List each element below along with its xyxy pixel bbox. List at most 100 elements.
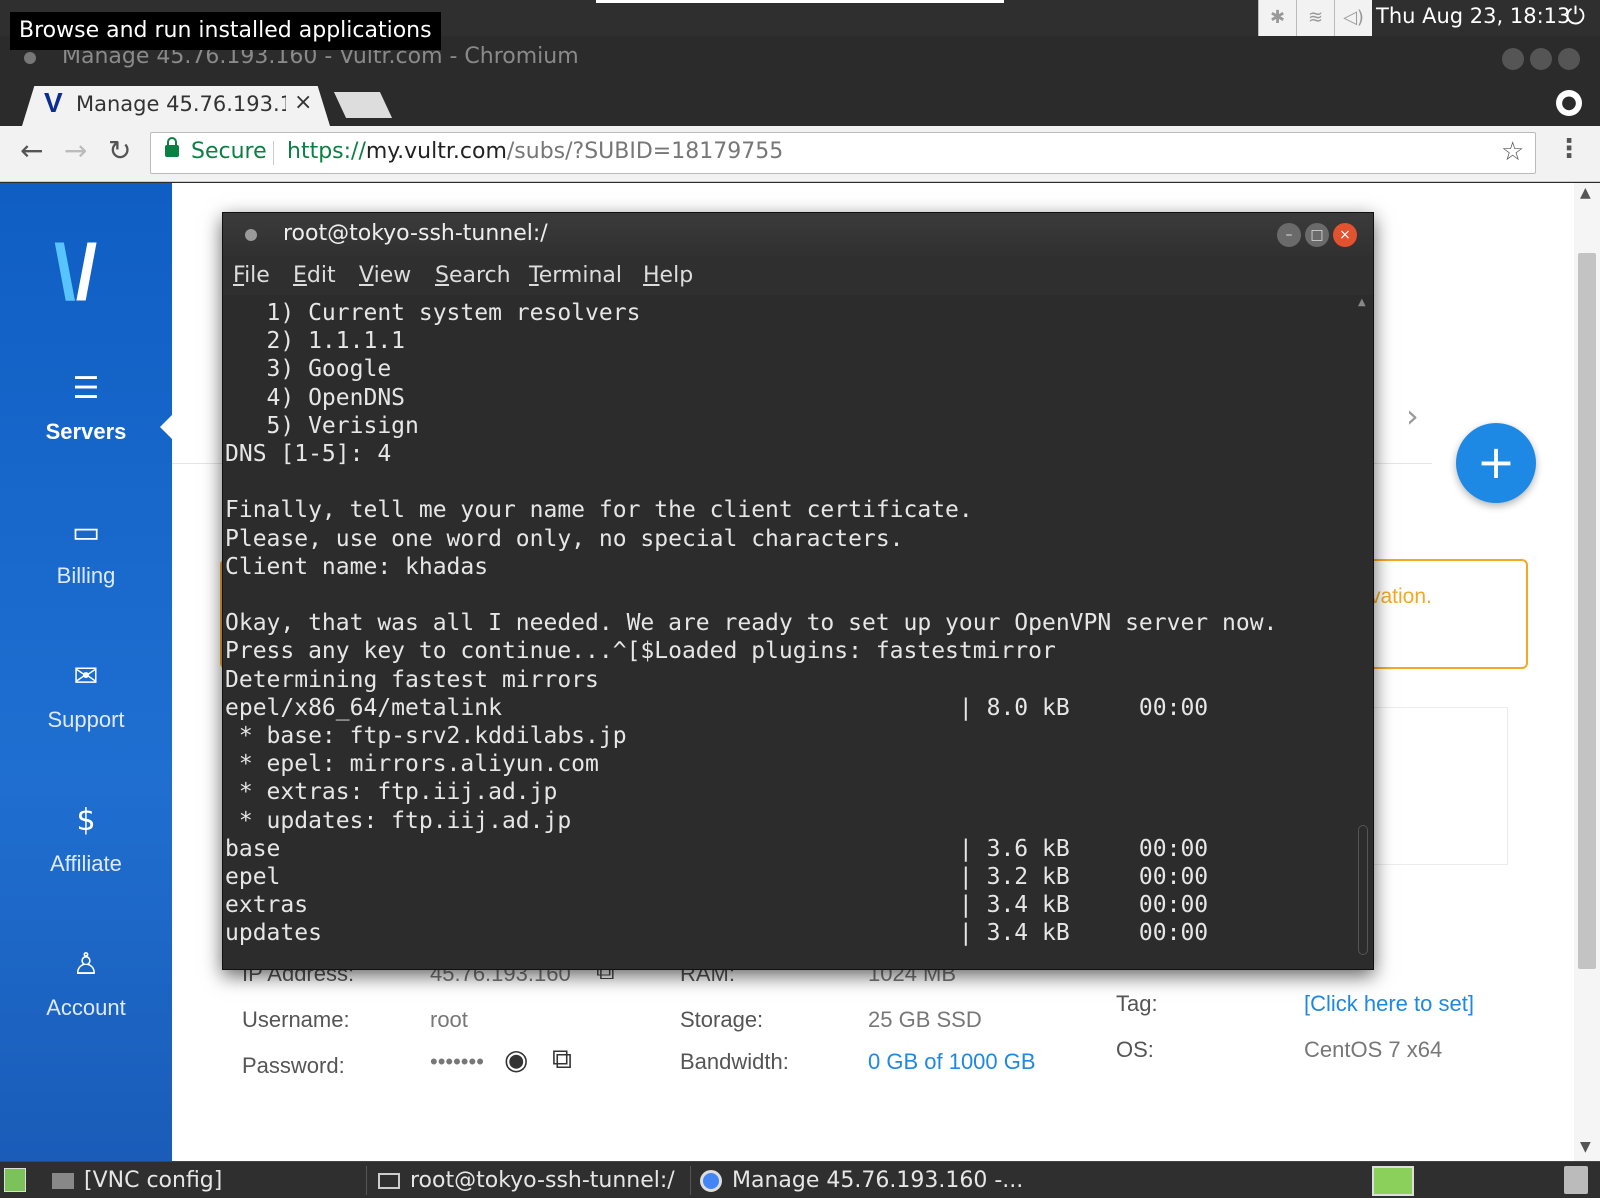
volume-icon[interactable]: ◁): [1334, 0, 1372, 36]
terminal-line: updates | 3.4 kB 00:00: [225, 920, 1209, 947]
menu-label: ile: [244, 263, 270, 288]
tooltip: Browse and run installed applications: [10, 12, 441, 50]
window-menu-icon[interactable]: [24, 52, 36, 64]
panel-window-indicator: [596, 0, 1004, 3]
terminal-line: * extras: ftp.iij.ad.jp: [225, 779, 558, 806]
info-card: [1370, 707, 1508, 865]
sidebar-item-account[interactable]: ♙ Account: [0, 947, 172, 1067]
divider: [273, 141, 274, 165]
scrollbar-thumb[interactable]: [1358, 825, 1368, 955]
username-label: Username:: [242, 1007, 350, 1032]
sidebar-item-support[interactable]: ✉ Support: [0, 659, 172, 779]
copy-password-icon[interactable]: ⧉: [552, 1043, 572, 1076]
minimize-button[interactable]: [1502, 48, 1524, 70]
sidebar-item-servers[interactable]: ☰ Servers: [0, 371, 172, 491]
bandwidth-value[interactable]: 0 GB of 1000 GB: [868, 1049, 1036, 1075]
menu-help[interactable]: Help: [643, 263, 693, 288]
servers-icon: ☰: [72, 371, 100, 406]
terminal-line: 5) Verisign: [225, 412, 419, 439]
menu-mnemonic: E: [293, 263, 307, 288]
chrome-menu-icon[interactable]: ⋮: [1556, 134, 1582, 164]
sidebar-item-label: Servers: [45, 419, 127, 444]
workspace-switcher[interactable]: [1372, 1166, 1414, 1196]
menu-terminal[interactable]: Terminal: [529, 263, 622, 288]
chromium-icon: [700, 1170, 722, 1192]
url-host: my.vultr.com: [365, 139, 507, 164]
bookmark-star-icon[interactable]: ☆: [1501, 137, 1524, 167]
browser-toolbar: ← → ↻ Secure https://my.vultr.com/subs/?…: [0, 126, 1600, 182]
add-server-button[interactable]: +: [1456, 423, 1536, 503]
sidebar-item-affiliate[interactable]: $ Affiliate: [0, 803, 172, 923]
divider: [690, 1166, 691, 1195]
password-value: •••••••: [430, 1049, 484, 1074]
menu-label: dit: [306, 263, 336, 288]
billing-icon: ▭: [71, 515, 101, 550]
scroll-down-icon[interactable]: ▼: [1580, 1139, 1591, 1155]
page-scrollbar[interactable]: ▲ ▼: [1574, 183, 1600, 1161]
taskbar-label: [VNC config]: [84, 1168, 223, 1193]
terminal-line: Press any key to continue...^[$Loaded pl…: [225, 638, 1056, 665]
terminal-line: * epel: mirrors.aliyun.com: [225, 751, 599, 778]
scroll-up-icon[interactable]: ▲: [1358, 297, 1366, 308]
divider: [366, 1166, 367, 1195]
new-tab-button[interactable]: [333, 92, 393, 118]
terminal-menubar: File Edit View Search Terminal Help: [223, 257, 1373, 295]
vultr-logo[interactable]: \/: [54, 233, 97, 311]
secure-label: Secure: [191, 139, 267, 164]
tab-vultr[interactable]: V Manage 45.76.193.1 ×: [22, 86, 330, 126]
close-button[interactable]: ×: [1333, 223, 1357, 247]
wifi-icon[interactable]: ≋: [1296, 0, 1334, 36]
terminal-line: base | 3.6 kB 00:00: [225, 835, 1209, 862]
scroll-up-icon[interactable]: ▲: [1580, 185, 1591, 201]
maximize-button[interactable]: □: [1305, 223, 1329, 247]
tag-label: Tag:: [1116, 991, 1158, 1016]
terminal-window: root@tokyo-ssh-tunnel:/ – □ × File Edit …: [222, 212, 1374, 970]
terminal-scrollbar[interactable]: ▲: [1353, 295, 1373, 969]
taskbar: [VNC config] root@tokyo-ssh-tunnel:/ Man…: [0, 1161, 1600, 1198]
reload-icon[interactable]: ↻: [108, 134, 131, 167]
menu-search[interactable]: Search: [435, 263, 511, 288]
menu-label: erminal: [538, 263, 622, 288]
app-menu-icon[interactable]: [4, 1168, 26, 1192]
menu-edit[interactable]: Edit: [293, 263, 336, 288]
minimize-button[interactable]: –: [1277, 223, 1301, 247]
chevron-right-icon[interactable]: ›: [1406, 397, 1419, 435]
terminal-title: root@tokyo-ssh-tunnel:/: [283, 221, 548, 246]
tab-strip: V Manage 45.76.193.1 × ●: [0, 86, 1600, 126]
maximize-button[interactable]: [1530, 48, 1552, 70]
taskbar-item-chromium[interactable]: Manage 45.76.193.160 -...: [700, 1162, 1023, 1198]
sidebar-item-label: Billing: [56, 563, 116, 588]
profile-icon[interactable]: ●: [1556, 90, 1582, 116]
terminal-icon: [378, 1173, 400, 1189]
tab-close-icon[interactable]: ×: [294, 90, 312, 115]
active-indicator: [160, 413, 174, 441]
sidebar: \/ ☰ Servers ▭ Billing ✉ Support $ Affil…: [0, 183, 172, 1161]
user-icon: ♙: [72, 947, 100, 982]
desktop: ✱ ≋ ◁) Thu Aug 23, 18:13 ⏻ Browse and ru…: [0, 0, 1600, 1198]
sidebar-item-billing[interactable]: ▭ Billing: [0, 515, 172, 635]
eye-icon[interactable]: ◉: [504, 1043, 528, 1076]
forward-icon[interactable]: →: [64, 134, 87, 167]
panel-clock[interactable]: Thu Aug 23, 18:13: [1376, 4, 1570, 28]
scrollbar-thumb[interactable]: [1578, 253, 1596, 969]
url-scheme: https://: [287, 139, 366, 164]
taskbar-item-terminal[interactable]: root@tokyo-ssh-tunnel:/: [378, 1162, 675, 1198]
address-bar[interactable]: Secure https://my.vultr.com/subs/?SUBID=…: [150, 132, 1536, 174]
taskbar-item-vnc[interactable]: [VNC config]: [52, 1162, 222, 1198]
terminal-output[interactable]: 1) Current system resolvers 2) 1.1.1.1 3…: [223, 295, 1353, 969]
terminal-line: Finally, tell me your name for the clien…: [225, 497, 973, 524]
menu-view[interactable]: View: [359, 263, 411, 288]
terminal-line: Please, use one word only, no special ch…: [225, 525, 904, 552]
terminal-line: epel | 3.2 kB 00:00: [225, 864, 1209, 890]
menu-file[interactable]: File: [233, 263, 270, 288]
menu-mnemonic: T: [529, 263, 539, 288]
sidebar-item-label: Affiliate: [50, 851, 122, 876]
power-icon[interactable]: ⏻: [1566, 2, 1585, 30]
bluetooth-icon[interactable]: ✱: [1258, 0, 1296, 36]
tag-link[interactable]: [Click here to set]: [1304, 991, 1474, 1017]
url-text: https://my.vultr.com/subs/?SUBID=1817975…: [287, 139, 783, 164]
window-menu-icon[interactable]: [245, 229, 257, 241]
back-icon[interactable]: ←: [20, 134, 43, 167]
close-button[interactable]: [1558, 48, 1580, 70]
trash-icon[interactable]: [1564, 1166, 1588, 1194]
